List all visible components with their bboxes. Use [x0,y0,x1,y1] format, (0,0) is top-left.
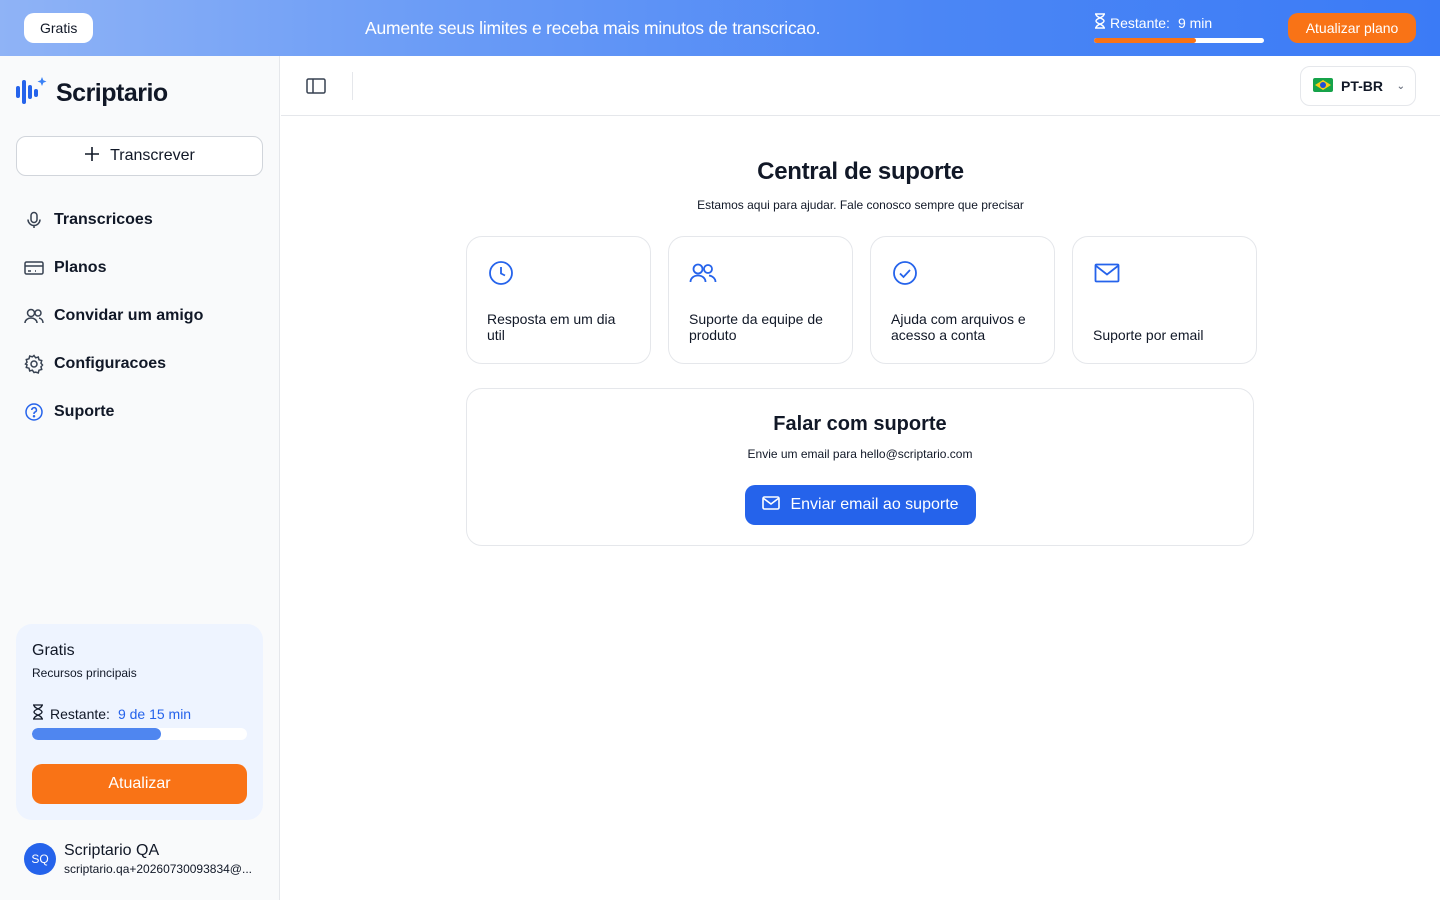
language-label: PT-BR [1341,78,1383,94]
page-title: Central de suporte [757,158,964,185]
remaining-progress-bar [1094,38,1264,43]
feature-text: Suporte por email [1093,327,1204,343]
logo-icon [16,76,48,111]
new-transcription-button[interactable]: Transcrever [16,136,263,176]
sidebar-item-label: Transcricoes [54,211,153,228]
clock-icon [487,259,515,287]
check-circle-icon [891,259,919,287]
sidebar-item-configuracoes[interactable]: Configuracoes [16,340,263,388]
chevron-down-icon: ⌄ [1396,81,1405,92]
user-email: scriptario.qa+20260730093834@... [64,862,252,876]
support-features: Resposta em um dia util Suporte da equip… [466,236,1257,364]
plan-remaining-value: 9 de 15 min [117,705,192,722]
credit-card-icon [24,258,44,278]
email-support-label: Enviar email ao suporte [790,496,959,513]
plan-badge: Gratis [24,13,94,43]
hourglass-icon [1094,13,1106,32]
main-header: PT-BR ⌄ [281,56,1440,116]
upgrade-button[interactable]: Atualizar [32,764,247,804]
upgrade-plan-button[interactable]: Atualizar plano [1288,13,1416,43]
sidebar-item-planos[interactable]: Planos [16,244,263,292]
plan-progress-fill [32,728,161,740]
sidebar: Scriptario Transcrever Transcricoes Plan… [0,56,280,900]
logo[interactable]: Scriptario [16,76,168,111]
plan-description: Recursos principais [32,666,137,680]
language-selector[interactable]: PT-BR ⌄ [1300,66,1416,106]
sidebar-nav: Transcricoes Planos Convidar um amigo Co… [16,196,263,436]
page-subtitle: Estamos aqui para ajudar. Fale conosco s… [697,198,1024,212]
feature-card: Suporte por email [1072,236,1257,364]
feature-card: Suporte da equipe de produto [668,236,853,364]
plan-remaining: Restante: 9 de 15 min [32,704,191,723]
header-divider [352,72,353,100]
banner-message: Aumente seus limites e receba mais minut… [365,18,821,38]
contact-title: Falar com suporte [773,413,947,435]
sidebar-item-suporte[interactable]: Suporte [16,388,263,436]
remaining-value: 9 min [1177,14,1213,31]
sidebar-item-label: Suporte [54,403,115,420]
plan-name: Gratis [32,642,75,659]
feature-text: Suporte da equipe de produto [689,311,823,343]
remaining-label: Restante: [1110,14,1170,31]
upgrade-banner: Gratis Aumente seus limites e receba mai… [0,0,1440,56]
mail-icon [762,495,781,515]
email-support-button[interactable]: Enviar email ao suporte [745,485,976,525]
mail-icon [1093,259,1121,287]
sidebar-toggle-button[interactable] [305,76,327,96]
user-name: Scriptario QA [64,842,160,859]
remaining-progress-fill [1094,38,1196,43]
avatar: SQ [24,843,56,875]
plan-remaining-label: Restante: [50,705,110,722]
sidebar-item-convidar[interactable]: Convidar um amigo [16,292,263,340]
team-icon [689,259,717,287]
banner-remaining: Restante: 9 min [1094,13,1264,43]
contact-subtitle: Envie um email para hello@scriptario.com [747,447,973,461]
user-profile[interactable]: SQ Scriptario QA scriptario.qa+202607300… [24,842,259,876]
logo-text: Scriptario [56,79,168,107]
brazil-flag-icon [1313,77,1333,95]
plan-progress-bar [32,728,247,740]
users-icon [24,306,44,326]
help-circle-icon [24,402,44,422]
sidebar-item-label: Convidar um amigo [54,307,204,324]
feature-text: Resposta em um dia util [487,311,616,343]
feature-text: Ajuda com arquivos e acesso a conta [891,311,1026,343]
feature-card: Resposta em um dia util [466,236,651,364]
hourglass-icon [32,704,44,723]
feature-card: Ajuda com arquivos e acesso a conta [870,236,1055,364]
sidebar-item-label: Configuracoes [54,355,167,372]
new-button-label: Transcrever [110,147,195,164]
gear-icon [24,354,44,374]
plus-icon [84,146,100,167]
sidebar-toggle-icon [306,78,326,94]
microphone-icon [24,210,44,230]
plan-card: Gratis Recursos principais Restante: 9 d… [16,624,263,820]
contact-support-card: Falar com suporte Envie um email para he… [466,388,1254,546]
sidebar-item-transcricoes[interactable]: Transcricoes [16,196,263,244]
sidebar-item-label: Planos [54,259,107,276]
